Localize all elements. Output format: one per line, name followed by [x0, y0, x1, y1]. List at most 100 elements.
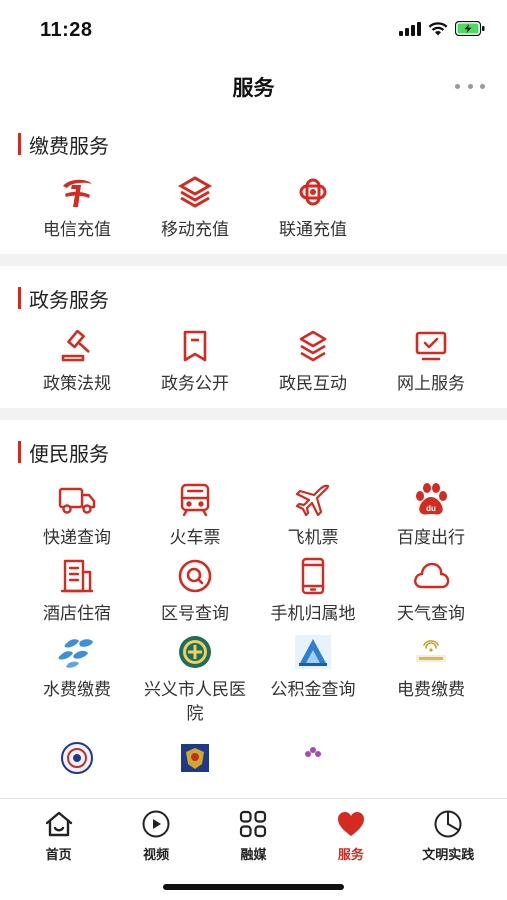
water-drops-icon: [55, 630, 99, 674]
section-header: 缴费服务: [18, 130, 507, 158]
mobile-phone-icon: [291, 554, 335, 598]
service-item-policy-regulations[interactable]: 政策法规: [18, 324, 136, 396]
service-grid: 政策法规 政务公开 政民互动 网上服务: [0, 324, 507, 396]
service-label: 天气查询: [397, 604, 465, 624]
layers-icon: [291, 324, 335, 368]
tab-media[interactable]: 融媒: [208, 807, 298, 863]
dot: [467, 83, 473, 89]
bookmark-icon: [173, 324, 217, 368]
service-grid: 快递查询 火车票 飞机票 du 百度出行 酒店住宿 区号查询 手机归属地 天气查…: [0, 478, 507, 726]
service-label: 移动充值: [161, 220, 229, 240]
service-label: 飞机票: [287, 528, 339, 548]
more-options-button[interactable]: [455, 78, 485, 94]
dot: [480, 83, 485, 89]
power-company-logo-icon: [409, 630, 453, 674]
service-item-weather-query[interactable]: 天气查询: [372, 554, 490, 626]
service-item-train-ticket[interactable]: 火车票: [136, 478, 254, 550]
tab-civilization-practice[interactable]: 文明实践: [403, 807, 493, 863]
service-content[interactable]: 缴费服务 电信充值 移动充值 联通充值 政务服务 政策法规 政务公开 政民互动 …: [0, 112, 507, 798]
housing-fund-logo-icon: [291, 630, 335, 674]
grid-four-icon: [236, 807, 270, 841]
tab-list: 首页 视频 融媒 服务 文明实践: [0, 799, 507, 863]
service-item-area-code-query[interactable]: 区号查询: [136, 554, 254, 626]
tab-home[interactable]: 首页: [14, 807, 104, 863]
service-label: 酒店住宿: [43, 604, 111, 624]
service-label: 区号查询: [161, 604, 229, 624]
service-item-telecom-topup[interactable]: 电信充值: [18, 170, 136, 242]
tab-label: 融媒: [240, 848, 267, 863]
tab-label: 文明实践: [422, 848, 475, 863]
service-label: 公积金查询: [270, 680, 356, 700]
service-item-water-bill[interactable]: 水费缴费: [18, 630, 136, 726]
service-label: 政务公开: [161, 374, 229, 394]
service-item-xingyi-hospital[interactable]: 兴义市人民医院: [136, 630, 254, 726]
dot: [455, 83, 460, 89]
svg-text:du: du: [426, 504, 436, 513]
service-item-partial[interactable]: [254, 736, 372, 784]
service-item-partial[interactable]: [136, 736, 254, 784]
airplane-icon: [291, 478, 335, 522]
service-label: 水费缴费: [43, 680, 111, 700]
section-header: 便民服务: [18, 438, 507, 466]
section-title: 缴费服务: [29, 133, 109, 158]
section-government: 政务服务 政策法规 政务公开 政民互动 网上服务: [0, 266, 507, 408]
section-header: 政务服务: [18, 284, 507, 312]
service-item-online-service[interactable]: 网上服务: [372, 324, 490, 396]
service-label: 电信充值: [43, 220, 111, 240]
status-bar: 11:28: [0, 0, 507, 60]
service-label: 网上服务: [397, 374, 465, 394]
service-item-flight-ticket[interactable]: 飞机票: [254, 478, 372, 550]
section-divider: [0, 408, 507, 420]
service-label: 政民互动: [279, 374, 347, 394]
service-item-mobile-topup[interactable]: 移动充值: [136, 170, 254, 242]
service-item-electricity-bill[interactable]: 电费缴费: [372, 630, 490, 726]
heart-icon: [334, 807, 368, 841]
service-label: 电费缴费: [397, 680, 465, 700]
section-convenience: 便民服务 快递查询 火车票 飞机票 du 百度出行 酒店住宿 区号查询 手机归属…: [0, 420, 507, 796]
cloud-icon: [409, 554, 453, 598]
service-label: 政策法规: [43, 374, 111, 394]
service-item-hotel[interactable]: 酒店住宿: [18, 554, 136, 626]
section-accent-bar: [18, 441, 21, 463]
hotel-building-icon: [55, 554, 99, 598]
service-item-citizen-interaction[interactable]: 政民互动: [254, 324, 372, 396]
status-time: 11:28: [40, 19, 93, 41]
telecom-logo-icon: [55, 170, 99, 214]
tab-label: 首页: [45, 848, 72, 863]
service-item-baidu-travel[interactable]: du 百度出行: [372, 478, 490, 550]
service-item-unicom-topup[interactable]: 联通充值: [254, 170, 372, 242]
section-payment: 缴费服务 电信充值 移动充值 联通充值: [0, 112, 507, 254]
tab-video[interactable]: 视频: [111, 807, 201, 863]
pie-chart-icon: [431, 807, 465, 841]
page-title: 服务: [232, 76, 275, 100]
service-label: 联通充值: [279, 220, 347, 240]
service-label: 手机归属地: [270, 604, 356, 624]
baidu-paw-icon: du: [409, 478, 453, 522]
play-circle-icon: [139, 807, 173, 841]
status-icons: [399, 21, 485, 36]
gavel-icon: [55, 324, 99, 368]
tab-label: 视频: [143, 848, 170, 863]
tab-label: 服务: [337, 848, 364, 863]
service-item-government-affairs-open[interactable]: 政务公开: [136, 324, 254, 396]
service-item-express-query[interactable]: 快递查询: [18, 478, 136, 550]
service-label: 火车票: [169, 528, 221, 548]
delivery-truck-icon: [55, 478, 99, 522]
service-label: 兴义市人民医院: [144, 680, 246, 724]
flower-logo-icon: [291, 736, 335, 780]
service-item-phone-location[interactable]: 手机归属地: [254, 554, 372, 626]
home-icon: [42, 807, 76, 841]
battery-charging-icon: [455, 21, 485, 36]
section-accent-bar: [18, 133, 21, 155]
service-item-housing-fund-query[interactable]: 公积金查询: [254, 630, 372, 726]
service-grid: 电信充值 移动充值 联通充值: [0, 170, 507, 242]
tab-services[interactable]: 服务: [306, 807, 396, 863]
home-indicator: [163, 884, 344, 890]
service-item-partial[interactable]: [18, 736, 136, 784]
section-title: 政务服务: [29, 287, 109, 312]
service-grid-overflow-row: [0, 736, 507, 784]
section-title: 便民服务: [29, 441, 109, 466]
section-accent-bar: [18, 287, 21, 309]
wifi-icon: [428, 21, 448, 35]
china-mobile-logo-icon: [173, 170, 217, 214]
